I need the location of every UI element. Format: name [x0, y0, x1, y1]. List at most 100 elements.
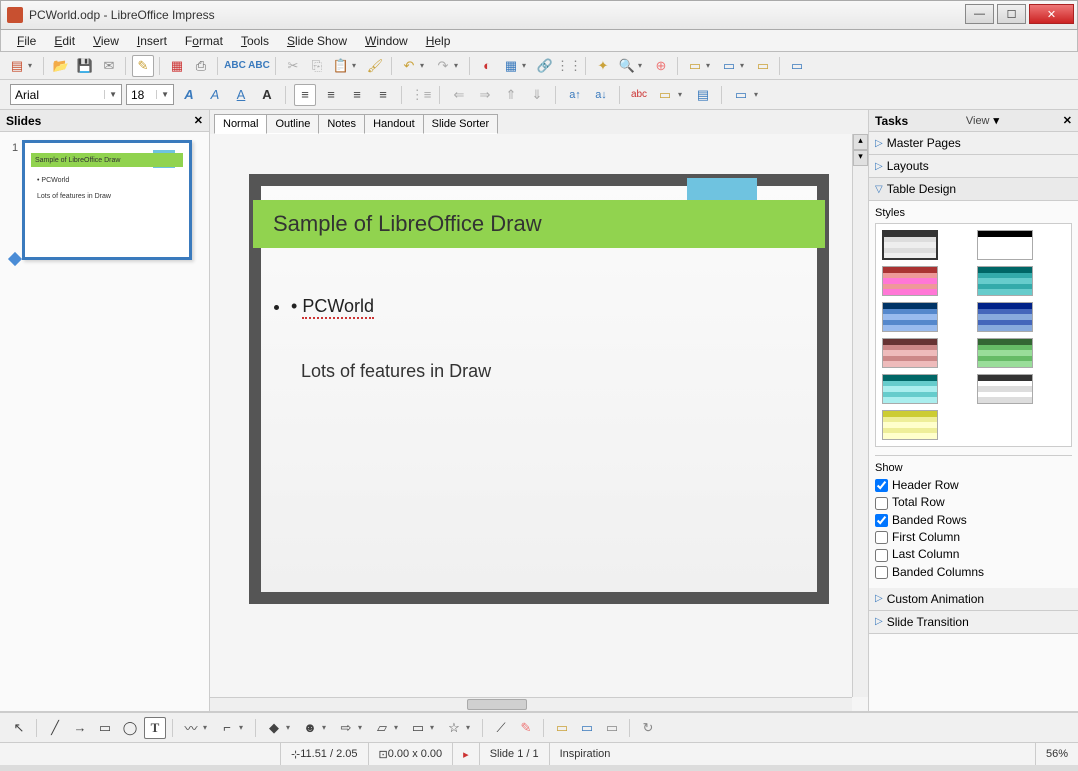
connector-icon[interactable]: ⌐ [216, 717, 238, 739]
gallery-icon[interactable]: ▭ [601, 717, 623, 739]
table-style-2[interactable] [977, 230, 1033, 260]
tab-handout[interactable]: Handout [364, 114, 424, 134]
block-arrows-icon[interactable]: ⇨ [335, 717, 357, 739]
glue-icon[interactable]: ✎ [515, 717, 537, 739]
help-icon[interactable]: ⊕ [650, 55, 672, 77]
tab-slidesorter[interactable]: Slide Sorter [423, 114, 498, 134]
undo-icon[interactable]: ↶ [398, 55, 420, 77]
close-icon[interactable]: ✕ [1063, 114, 1072, 127]
font-color-icon[interactable]: abc [628, 84, 650, 106]
curve-icon[interactable]: 〰 [180, 717, 202, 739]
table-icon[interactable]: ▦ [500, 55, 522, 77]
shadow-icon[interactable]: A [256, 84, 278, 106]
symbol-shapes-dropdown[interactable]: ▾ [322, 723, 332, 732]
tab-outline[interactable]: Outline [266, 114, 319, 134]
zoom-icon[interactable]: 🔍 [616, 55, 638, 77]
section-slide-transition[interactable]: ▷Slide Transition [869, 611, 1078, 634]
align-right-icon[interactable]: ≡ [346, 84, 368, 106]
tab-normal[interactable]: Normal [214, 114, 267, 134]
highlight-dropdown[interactable]: ▾ [678, 90, 688, 99]
table-style-3[interactable] [882, 266, 938, 296]
opt-header-row[interactable]: Header Row [875, 478, 1072, 492]
redo-dropdown[interactable]: ▾ [454, 61, 464, 70]
slide-thumbnail[interactable]: Sample of LibreOffice Draw • PCWorld Lot… [22, 140, 192, 260]
edit-icon[interactable]: ✎ [132, 55, 154, 77]
scroll-down-icon[interactable]: ▾ [853, 150, 868, 166]
curve-dropdown[interactable]: ▾ [203, 723, 213, 732]
callouts-dropdown[interactable]: ▾ [430, 723, 440, 732]
slide-canvas[interactable]: Sample of LibreOffice Draw • PCWorld Lot… [249, 174, 829, 604]
minimize-button[interactable]: — [965, 4, 994, 24]
status-zoom[interactable]: 56% [1035, 743, 1078, 765]
opt-last-column[interactable]: Last Column [875, 547, 1072, 561]
ellipse-icon[interactable]: ◯ [119, 717, 141, 739]
autospell-icon[interactable]: ABC [248, 55, 270, 77]
callouts-icon[interactable]: ▭ [407, 717, 429, 739]
demote-icon[interactable]: ⇒ [474, 84, 496, 106]
paste-dropdown[interactable]: ▾ [352, 61, 362, 70]
checkbox-banded-columns[interactable] [875, 566, 888, 579]
menu-view[interactable]: View [85, 32, 127, 50]
chevron-down-icon[interactable]: ▼ [156, 90, 169, 99]
increase-font-icon[interactable]: a↑ [564, 84, 586, 106]
print-icon[interactable]: ⎙ [190, 55, 212, 77]
opt-first-column[interactable]: First Column [875, 530, 1072, 544]
char-dropdown[interactable]: ▾ [754, 90, 764, 99]
bullets-icon[interactable]: ⋮≡ [410, 84, 432, 106]
line-icon[interactable]: ╱ [44, 717, 66, 739]
char-dialog-icon[interactable]: ▭ [730, 84, 752, 106]
slide-dropdown[interactable]: ▾ [706, 61, 716, 70]
slide-design-dropdown[interactable]: ▾ [740, 61, 750, 70]
flowchart-icon[interactable]: ▱ [371, 717, 393, 739]
italic-icon[interactable]: A [204, 84, 226, 106]
promote-icon[interactable]: ⇐ [448, 84, 470, 106]
fontwork-icon[interactable]: ▭ [551, 717, 573, 739]
table-style-11[interactable] [882, 410, 938, 440]
table-dropdown[interactable]: ▾ [522, 61, 532, 70]
slide-icon[interactable]: ▭ [684, 55, 706, 77]
para-spacing-icon[interactable]: ▤ [692, 84, 714, 106]
tasks-view-menu[interactable]: View [966, 115, 990, 127]
pdf-icon[interactable]: ▦ [166, 55, 188, 77]
checkbox-total-row[interactable] [875, 497, 888, 510]
section-layouts[interactable]: ▷Layouts [869, 155, 1078, 178]
grid-icon[interactable]: ⋮⋮ [558, 55, 580, 77]
table-style-9[interactable] [882, 374, 938, 404]
checkbox-header-row[interactable] [875, 479, 888, 492]
highlight-icon[interactable]: ▭ [654, 84, 676, 106]
opt-total-row[interactable]: Total Row [875, 495, 1072, 509]
align-justify-icon[interactable]: ≡ [372, 84, 394, 106]
table-style-5[interactable] [882, 302, 938, 332]
new-icon[interactable]: ▤ [6, 55, 28, 77]
align-left-icon[interactable]: ≡ [294, 84, 316, 106]
cut-icon[interactable]: ✂ [282, 55, 304, 77]
slide-content-box[interactable]: • PCWorld [291, 296, 374, 325]
slide-thumbnail-wrap[interactable]: 1 Sample of LibreOffice Draw • PCWorld L… [8, 140, 201, 260]
slide-design-icon[interactable]: ▭ [718, 55, 740, 77]
flowchart-dropdown[interactable]: ▾ [394, 723, 404, 732]
symbol-shapes-icon[interactable]: ☻ [299, 717, 321, 739]
checkbox-last-column[interactable] [875, 549, 888, 562]
select-icon[interactable]: ↖ [8, 717, 30, 739]
table-style-1[interactable] [882, 230, 938, 260]
close-icon[interactable]: ✕ [194, 114, 203, 127]
paste-icon[interactable]: 📋 [330, 55, 352, 77]
menu-insert[interactable]: Insert [129, 32, 175, 50]
redo-icon[interactable]: ↷ [432, 55, 454, 77]
points-icon[interactable]: ⟋ [490, 717, 512, 739]
connector-dropdown[interactable]: ▾ [239, 723, 249, 732]
undo-dropdown[interactable]: ▾ [420, 61, 430, 70]
zoom-dropdown[interactable]: ▾ [638, 61, 648, 70]
menu-file[interactable]: File [9, 32, 44, 50]
align-center-icon[interactable]: ≡ [320, 84, 342, 106]
navigator-icon[interactable]: ✦ [592, 55, 614, 77]
close-button[interactable]: ✕ [1029, 4, 1074, 24]
rotate-icon[interactable]: ↻ [637, 717, 659, 739]
hyperlink-icon[interactable]: 🔗 [534, 55, 556, 77]
stars-dropdown[interactable]: ▾ [466, 723, 476, 732]
menu-tools[interactable]: Tools [233, 32, 277, 50]
menu-help[interactable]: Help [418, 32, 459, 50]
email-icon[interactable]: ✉ [98, 55, 120, 77]
font-size-combo[interactable]: 18 ▼ [126, 84, 174, 105]
section-table-design[interactable]: ▽Table Design [869, 178, 1078, 201]
